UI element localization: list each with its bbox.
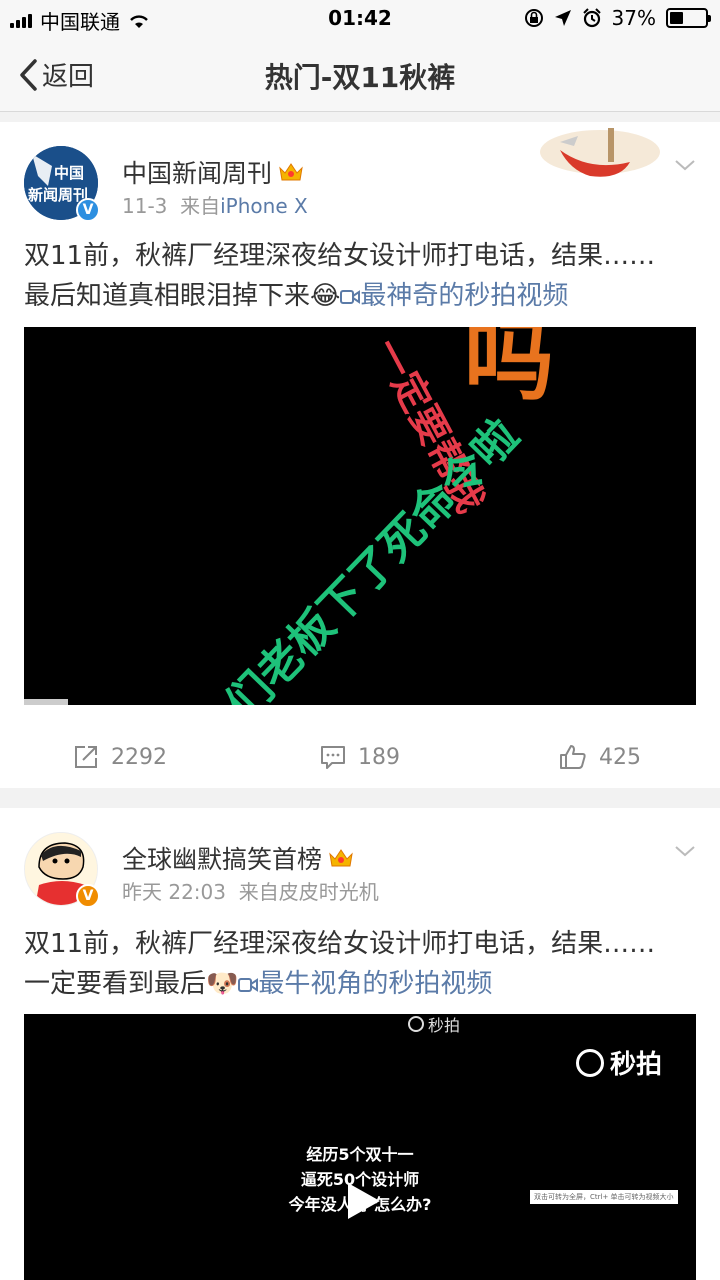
location-icon [554, 10, 571, 26]
decoration-banner-icon [540, 128, 660, 177]
video-camera-icon [340, 290, 361, 304]
alarm-icon [582, 8, 601, 28]
post-source[interactable]: 皮皮时光机 [279, 880, 379, 904]
like-button[interactable]: 425 [480, 732, 720, 782]
post-text: 双11前，秋裤厂经理深夜给女设计师打电话，结果…… 最后知道真相眼泪掉下来😂 最神… [24, 236, 696, 316]
video-watermark: 秒拍 [408, 1014, 460, 1036]
repost-button[interactable]: 2292 [0, 732, 240, 782]
comment-button[interactable]: 189 [240, 732, 480, 782]
post-text-line: 双11前，秋裤厂经理深夜给女设计师打电话，结果…… [24, 241, 656, 271]
battery-percent: 37% [611, 6, 656, 30]
video-player[interactable]: 吗 一定要帮我 们老板下了死命令啦 [24, 327, 696, 705]
video-caption: 经历5个双十一 [306, 1145, 414, 1164]
comment-count: 189 [358, 744, 400, 770]
author-name-text: 中国新闻周刊 [122, 159, 273, 188]
navigation-bar: 返回 热门-双11秋裤 [0, 38, 720, 112]
video-player[interactable]: 秒拍 秒拍 经历5个双十一 逼死50个设计师 今年没人背 怎么办? 双击可转为全… [24, 1014, 696, 1280]
like-count: 425 [599, 744, 641, 770]
video-link[interactable]: 最神奇的秒拍视频 [340, 281, 568, 311]
post-actions: 2292 189 425 [0, 732, 720, 782]
video-hint: 双击可转为全屏，Ctrl+ 单击可转为视频大小 [530, 1190, 678, 1204]
verified-badge-icon: V [76, 198, 100, 222]
emoji-laugh-cry-icon: 😂 [310, 281, 341, 311]
post-text: 双11前，秋裤厂经理深夜给女设计师打电话，结果…… 一定要看到最后🐶 最牛视角的秒… [24, 924, 696, 1004]
author-name[interactable]: 全球幽默搞笑首榜 [122, 840, 354, 876]
repost-count: 2292 [111, 744, 167, 770]
source-prefix: 来自 [238, 880, 279, 904]
watermark-text: 秒拍 [428, 1016, 461, 1035]
post-time: 昨天 22:03 [122, 880, 226, 904]
post-text-line: 最后知道真相眼泪掉下来😂 最神奇的秒拍视频 [24, 276, 696, 316]
verified-badge-icon: V [76, 884, 100, 908]
weibo-post-card[interactable]: V 全球幽默搞笑首榜 昨天 22:03 来自皮皮时光机 双11前，秋裤厂经理深夜… [0, 808, 720, 1280]
battery-icon [666, 8, 711, 28]
post-source[interactable]: iPhone X [220, 194, 308, 218]
video-camera-icon [238, 978, 259, 992]
post-meta: 11-3 来自iPhone X [122, 190, 308, 219]
emoji-doge-icon: 🐶 [206, 969, 239, 999]
status-bar: 中国联通 01:42 37% [0, 0, 720, 38]
video-caption: 吗 [464, 327, 554, 413]
post-text-line: 双11前，秋裤厂经理深夜给女设计师打电话，结果…… [24, 929, 656, 959]
post-time: 11-3 [122, 194, 168, 218]
video-caption: 们老板下了死命令啦 [216, 409, 529, 705]
play-icon[interactable] [342, 1180, 384, 1222]
miaopai-logo-icon [408, 1016, 424, 1032]
weibo-post-card[interactable]: 中国 新闻周刊 V 中国新闻周刊 11-3 来自iPhone X 双11前，秋裤… [0, 122, 720, 788]
video-link-text: 最神奇的秒拍视频 [360, 281, 569, 311]
svg-text:中国: 中国 [54, 164, 84, 182]
member-crown-icon [279, 163, 303, 181]
thumbs-up-icon [560, 745, 586, 769]
post-meta: 昨天 22:03 来自皮皮时光机 [122, 876, 379, 905]
video-brand: 秒拍 [576, 1044, 662, 1081]
video-link[interactable]: 最牛视角的秒拍视频 [238, 969, 492, 999]
video-progress-bar[interactable] [24, 699, 69, 705]
brand-text: 秒拍 [610, 1050, 663, 1080]
miaopai-logo-icon [576, 1048, 604, 1077]
video-link-text: 最牛视角的秒拍视频 [258, 969, 493, 999]
share-icon [75, 746, 97, 768]
post-text-line-2: 一定要看到最后 [24, 969, 207, 999]
author-name-text: 全球幽默搞笑首榜 [122, 845, 323, 874]
post-text-line-2: 最后知道真相眼泪掉下来 [24, 281, 311, 311]
comment-icon [321, 746, 345, 769]
orientation-lock-icon [524, 9, 543, 27]
author-name[interactable]: 中国新闻周刊 [122, 154, 304, 190]
chevron-down-icon[interactable] [674, 154, 696, 176]
chevron-down-icon[interactable] [674, 840, 696, 862]
source-prefix: 来自 [180, 194, 221, 218]
post-text-line: 一定要看到最后🐶 最牛视角的秒拍视频 [24, 964, 696, 1004]
member-crown-icon [329, 849, 353, 867]
page-title: 热门-双11秋裤 [264, 61, 456, 94]
